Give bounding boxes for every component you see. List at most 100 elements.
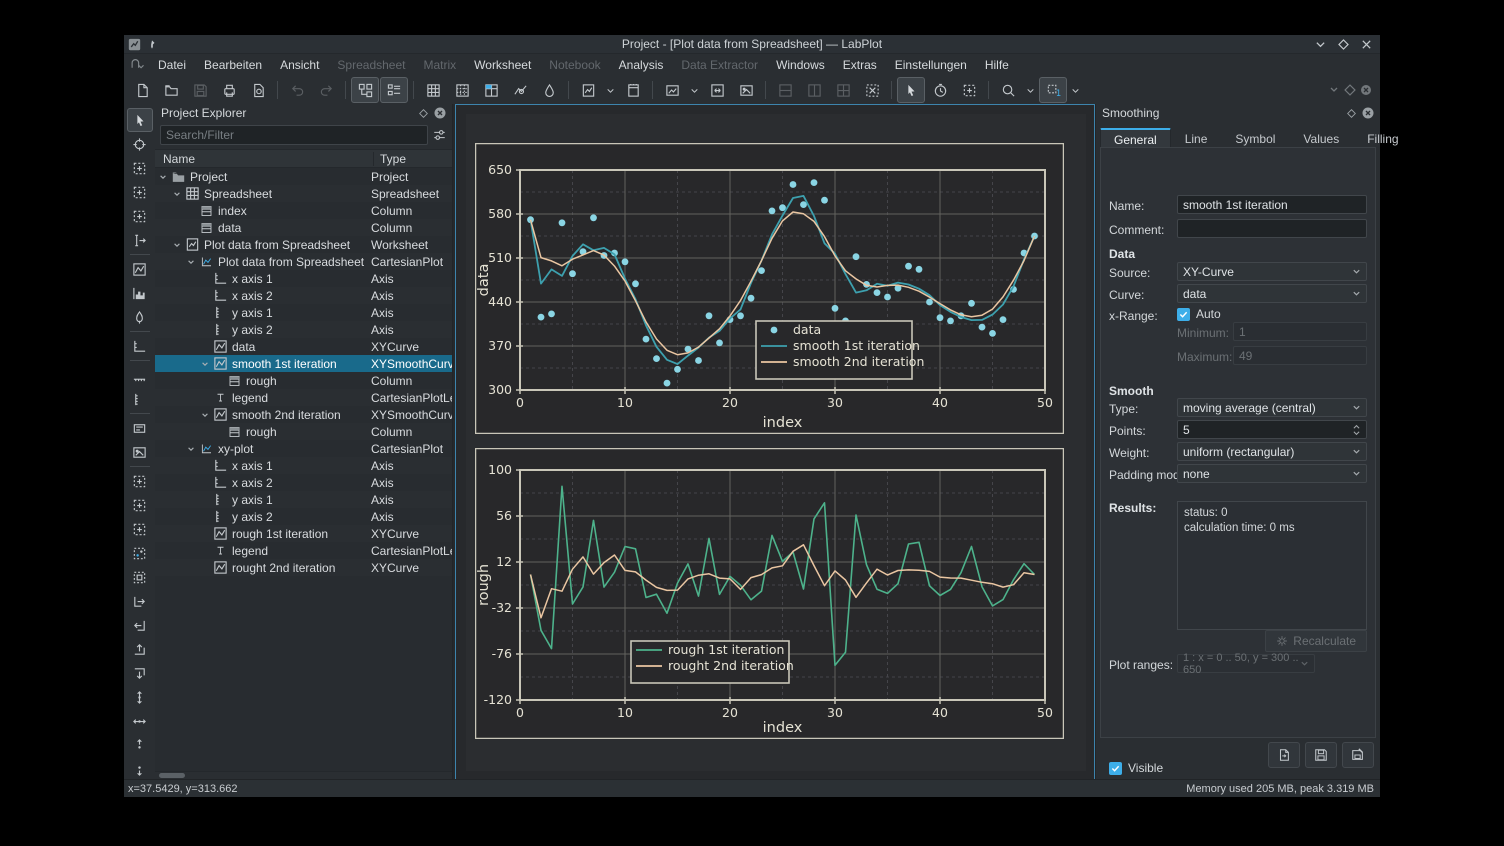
color-maps-button[interactable] (535, 77, 563, 103)
title-bar[interactable]: Project - [Plot data from Spreadsheet] —… (124, 35, 1380, 54)
zoom-select-mode-button[interactable] (955, 77, 983, 103)
tree-row-rough-1st-iteration[interactable]: rough 1st iterationXYCurve (155, 525, 452, 542)
curve-select[interactable]: data (1177, 284, 1367, 303)
tree-row-rough[interactable]: roughColumn (155, 372, 452, 389)
tree-row-plot-data-from-spreadsheet[interactable]: Plot data from SpreadsheetWorksheet (155, 236, 452, 253)
tree-row-rough[interactable]: roughColumn (155, 423, 452, 440)
tree-row-y-axis-2[interactable]: y axis 2Axis (155, 508, 452, 525)
tree-column-headers[interactable]: Name Type (155, 149, 452, 168)
print-button[interactable] (215, 77, 243, 103)
minimum-field[interactable] (1233, 322, 1367, 341)
add-vertical-axis-button[interactable] (127, 387, 153, 411)
magnification-dropdown-button[interactable] (1023, 77, 1038, 103)
comment-field[interactable] (1177, 219, 1367, 238)
new-workbook-button[interactable] (477, 77, 505, 103)
tab-general[interactable]: General (1100, 128, 1171, 149)
tree-row-data[interactable]: dataColumn (155, 219, 452, 236)
expander-collapse-icon[interactable] (173, 190, 185, 198)
toggle-properties-explorer-button[interactable] (380, 77, 408, 103)
new-worksheet-dropdown-button[interactable] (603, 77, 618, 103)
zoom-select-tool-button[interactable] (127, 156, 153, 180)
points-spinbox[interactable]: 5 (1177, 420, 1367, 439)
tab-filling[interactable]: Filling (1353, 128, 1412, 148)
expander-collapse-icon[interactable] (159, 173, 171, 181)
tree-row-x-axis-2[interactable]: x axis 2Axis (155, 287, 452, 304)
tree-row-legend[interactable]: legendCartesianPlotLegend (155, 542, 452, 559)
print-preview-button[interactable] (244, 77, 272, 103)
save-as-default-button[interactable] (1342, 742, 1374, 768)
column-header-name[interactable]: Name (155, 152, 374, 166)
shift-left-button[interactable] (127, 613, 153, 637)
zoom-in-y-button[interactable] (127, 733, 153, 757)
xy-plot-cartesian-plot[interactable]: 01020304050-120-76-321256100indexroughro… (475, 448, 1064, 739)
tree-row-y-axis-1[interactable]: y axis 1Axis (155, 304, 452, 321)
dock-close-icon[interactable] (1362, 107, 1374, 119)
crosshair-mode-button[interactable] (926, 77, 954, 103)
cursor-measure-tool-button[interactable] (127, 228, 153, 252)
auto-scale-x-button[interactable] (127, 565, 153, 589)
tree-row-project[interactable]: ProjectProject (155, 168, 452, 185)
fit-to-height-button[interactable] (703, 77, 731, 103)
menu-bearbeiten[interactable]: Bearbeiten (196, 55, 270, 75)
zoom-in-button[interactable] (127, 469, 153, 493)
tree-row-y-axis-1[interactable]: y axis 1Axis (155, 491, 452, 508)
add-xy-curve-button[interactable] (127, 257, 153, 281)
type-select[interactable]: moving average (central) (1177, 398, 1367, 417)
weight-select[interactable]: uniform (rectangular) (1177, 442, 1367, 461)
add-boxplot-button[interactable] (127, 305, 153, 329)
zoom-x-select-tool-button[interactable] (127, 180, 153, 204)
column-header-type[interactable]: Type (380, 152, 406, 166)
auto-scale-button[interactable] (127, 541, 153, 565)
minimize-button[interactable] (1315, 39, 1326, 50)
add-axis-ticks-button[interactable] (127, 363, 153, 387)
tree-row-x-axis-1[interactable]: x axis 1Axis (155, 457, 452, 474)
export-dropdown-button[interactable] (687, 77, 702, 103)
worksheet-view[interactable]: 01020304050300370440510580650indexdatada… (455, 104, 1095, 780)
shift-up-button[interactable] (127, 637, 153, 661)
toggle-project-explorer-button[interactable] (351, 77, 379, 103)
tab-symbol[interactable]: Symbol (1221, 128, 1289, 148)
menu-ansicht[interactable]: Ansicht (272, 55, 327, 75)
tree-row-spreadsheet[interactable]: SpreadsheetSpreadsheet (155, 185, 452, 202)
load-template-button[interactable] (1268, 742, 1300, 768)
name-field[interactable] (1177, 195, 1367, 214)
subwindow-controls[interactable] (1328, 84, 1376, 96)
menu-datei[interactable]: Datei (150, 55, 194, 75)
tab-values[interactable]: Values (1289, 128, 1353, 148)
tree-row-xy-plot[interactable]: xy-plotCartesianPlot (155, 440, 452, 457)
new-project-button[interactable] (128, 77, 156, 103)
auto-checkbox[interactable]: Auto (1177, 307, 1221, 321)
shift-down-button[interactable] (127, 661, 153, 685)
menu-hilfe[interactable]: Hilfe (977, 55, 1017, 75)
save-template-button[interactable] (1305, 742, 1337, 768)
search-input[interactable] (160, 125, 428, 145)
dock-float-icon[interactable] (419, 109, 428, 118)
fit-to-width-button[interactable] (732, 77, 760, 103)
zoom-y-select-tool-button[interactable] (127, 204, 153, 228)
magnification-button[interactable] (994, 77, 1022, 103)
expander-collapse-icon[interactable] (201, 360, 213, 368)
open-project-button[interactable] (157, 77, 185, 103)
add-image-button[interactable] (127, 440, 153, 464)
close-button[interactable] (1361, 39, 1372, 50)
zoom-out-y-button[interactable] (127, 757, 153, 781)
zoom-fit-button[interactable] (127, 517, 153, 541)
export-worksheet-button[interactable] (658, 77, 686, 103)
tree-row-x-axis-2[interactable]: x axis 2Axis (155, 474, 452, 491)
zoom-out-button[interactable] (127, 493, 153, 517)
add-axis-button[interactable] (127, 334, 153, 358)
plot-ranges-select[interactable]: 1 : x = 0 .. 50, y = 300 .. 650 (1177, 654, 1315, 673)
filter-options-icon[interactable] (432, 128, 447, 142)
new-matrix-button[interactable] (448, 77, 476, 103)
worksheet-page[interactable]: 01020304050300370440510580650indexdatada… (466, 114, 1086, 771)
new-datapicker-button[interactable] (506, 77, 534, 103)
expander-collapse-icon[interactable] (201, 411, 213, 419)
maximum-field[interactable] (1233, 346, 1367, 365)
tree-row-x-axis-1[interactable]: x axis 1Axis (155, 270, 452, 287)
add-legend-button[interactable] (127, 416, 153, 440)
tree-row-smooth-1st-iteration[interactable]: smooth 1st iterationXYSmoothCurve (155, 355, 452, 372)
menu-windows[interactable]: Windows (768, 55, 833, 75)
scale-auto-x-button[interactable] (127, 709, 153, 733)
dock-float-icon[interactable] (1347, 109, 1356, 118)
visible-checkbox[interactable]: Visible (1109, 761, 1163, 775)
